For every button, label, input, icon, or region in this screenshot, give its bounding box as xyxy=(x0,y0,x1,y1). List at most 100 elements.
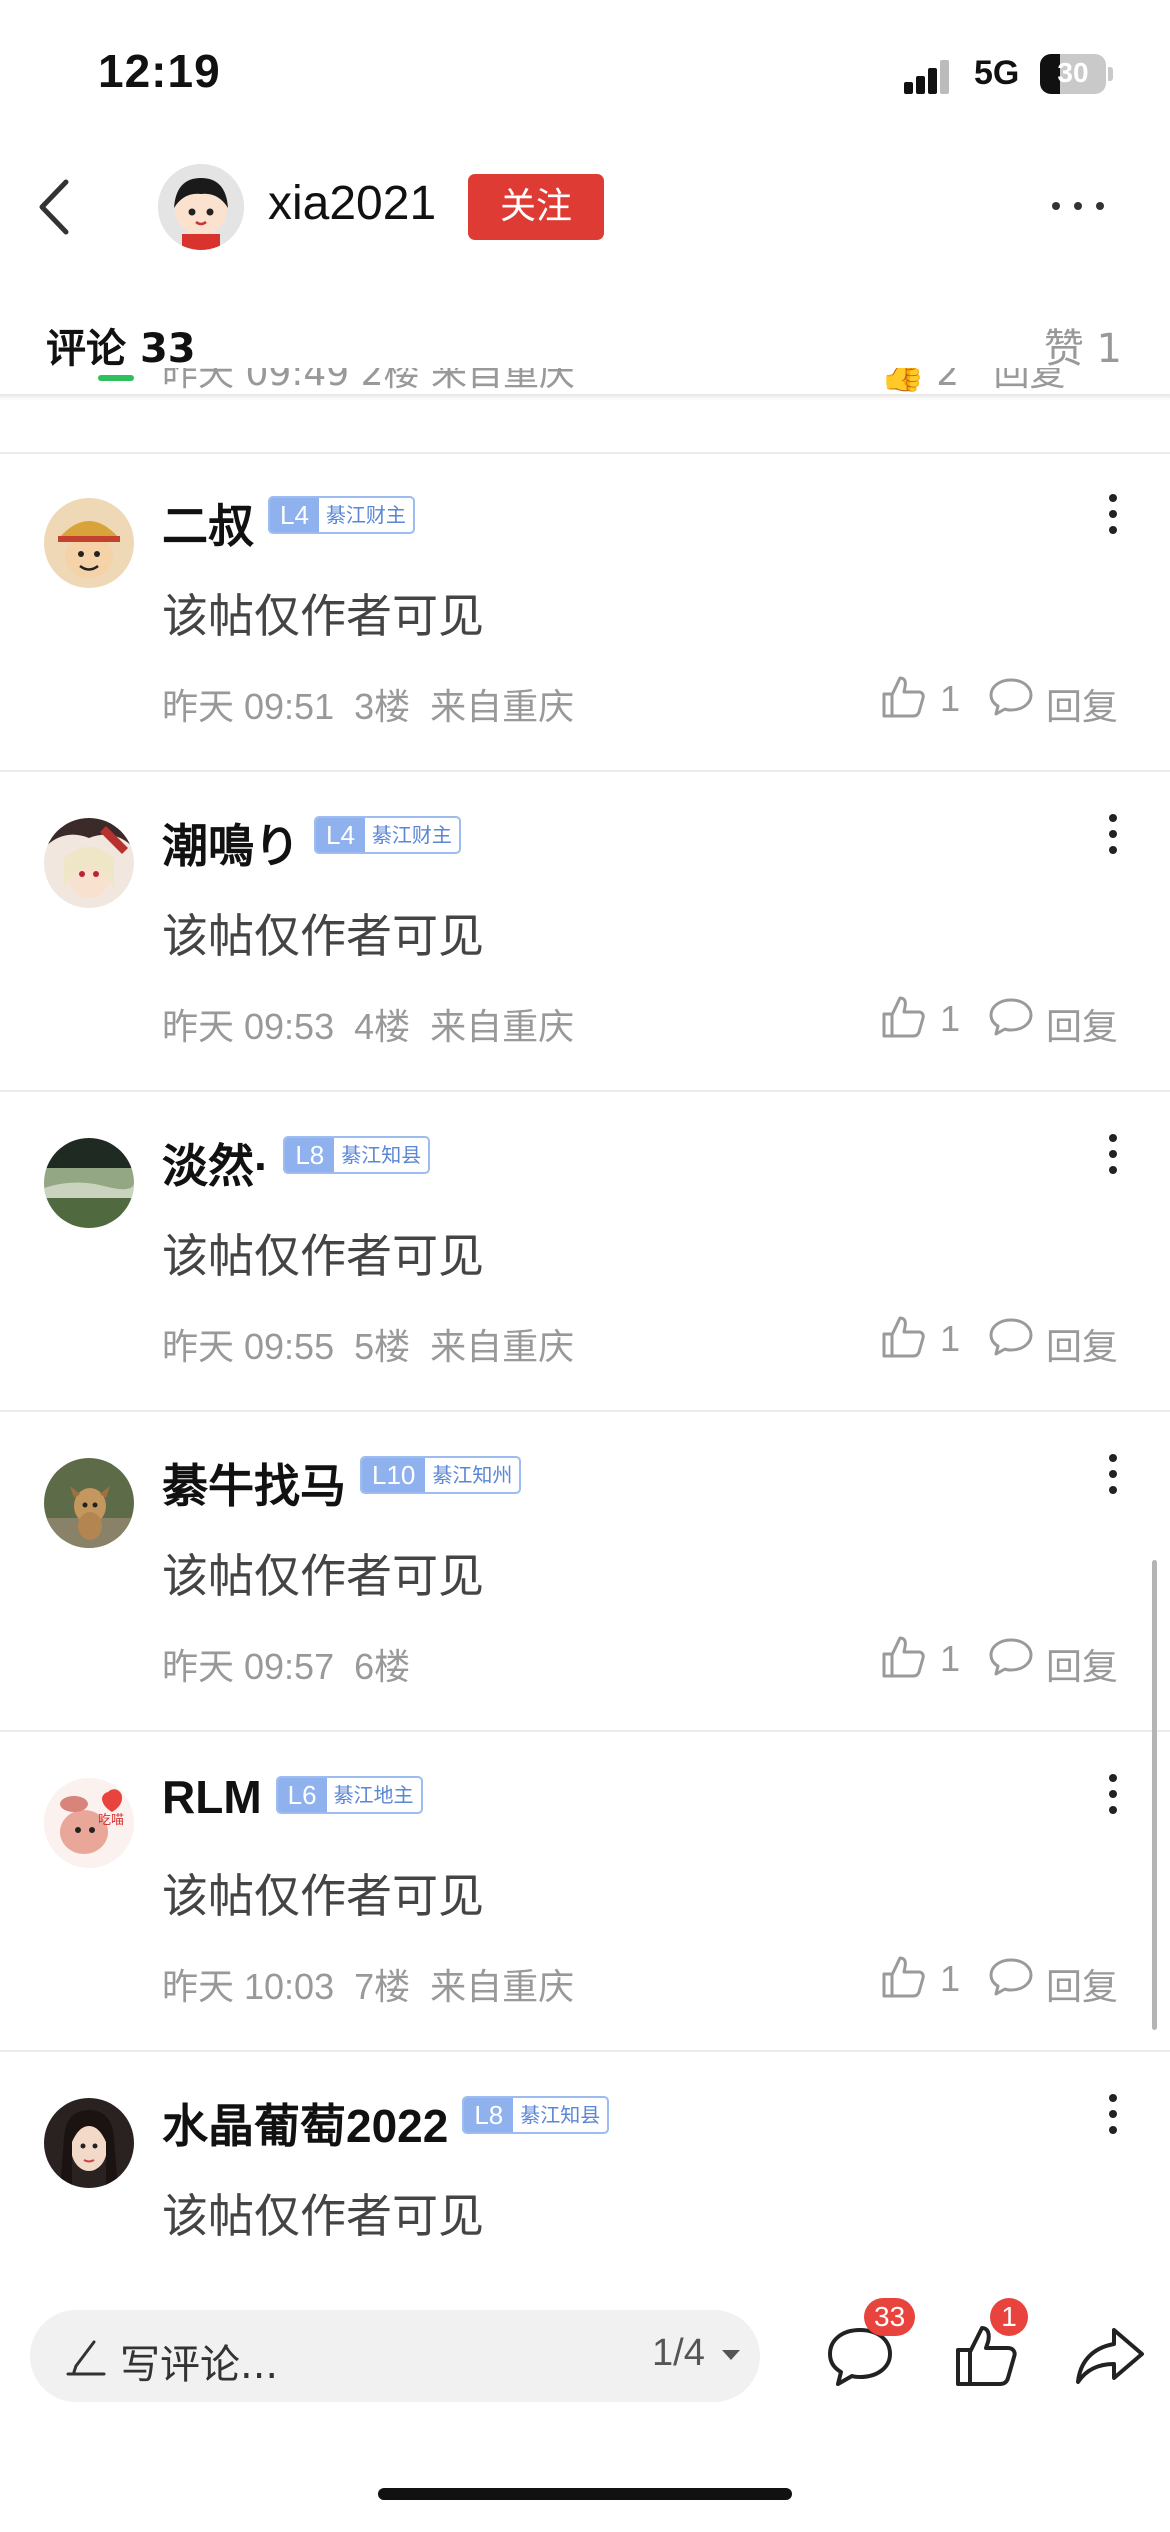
commenter-avatar[interactable] xyxy=(44,498,134,588)
reply-icon[interactable] xyxy=(988,1636,1034,1678)
reply-button[interactable]: 回复 xyxy=(1046,998,1118,1050)
svg-text:吃喵: 吃喵 xyxy=(98,1812,124,1828)
battery-level: 30 xyxy=(1057,57,1089,88)
tab-likes[interactable]: 赞 1 xyxy=(1044,316,1122,374)
reply-button[interactable]: 回复 xyxy=(1046,1318,1118,1370)
thumbs-up-icon[interactable] xyxy=(880,1632,928,1680)
level-badge: L4 綦江财主 xyxy=(268,496,415,534)
commenter-name[interactable]: 綦牛找马 xyxy=(162,1450,346,1516)
comment-meta: 昨天 09:55 5楼 来自重庆 xyxy=(162,1326,575,1367)
level-title: 綦江地主 xyxy=(333,1783,414,1807)
reply-icon[interactable] xyxy=(988,996,1034,1038)
comment-meta: 昨天 09:53 4楼 来自重庆 xyxy=(162,1006,575,1047)
author-avatar[interactable] xyxy=(158,164,244,250)
level-label: L4 xyxy=(316,818,365,852)
commenter-avatar[interactable]: 吃喵 xyxy=(44,1778,134,1868)
comment-menu-icon[interactable] xyxy=(1106,492,1120,536)
comment-text: 该帖仅作者可见 xyxy=(162,2189,484,2243)
tab-comments[interactable]: 评论 33 xyxy=(46,316,196,374)
home-indicator xyxy=(378,2488,792,2500)
network-label: 5G xyxy=(974,54,1020,92)
like-count: 1 xyxy=(940,1958,961,1999)
comment-menu-icon[interactable] xyxy=(1106,2092,1120,2136)
comment-text: 该帖仅作者可见 xyxy=(162,1229,484,1283)
tab-comments-count: 33 xyxy=(139,326,196,372)
level-title: 綦江知县 xyxy=(520,2103,601,2127)
reply-icon[interactable] xyxy=(988,1956,1034,1998)
level-badge: L8 綦江知县 xyxy=(283,1136,431,1174)
comment-divider xyxy=(0,2050,1170,2052)
commenter-avatar[interactable] xyxy=(44,1138,134,1228)
comment-menu-icon[interactable] xyxy=(1106,1772,1120,1816)
level-badge: L4 綦江财主 xyxy=(314,816,461,854)
commenter-name[interactable]: 二叔 xyxy=(162,490,254,556)
thumbs-up-icon[interactable] xyxy=(880,1952,928,2000)
reply-button[interactable]: 回复 xyxy=(1046,1958,1118,2010)
level-title: 綦江知县 xyxy=(341,1143,422,1167)
level-title: 綦江知州 xyxy=(432,1463,513,1487)
level-badge: L10 綦江知州 xyxy=(360,1456,522,1494)
level-label: L10 xyxy=(362,1458,426,1492)
more-icon[interactable] xyxy=(1050,196,1106,216)
comment-meta: 昨天 09:57 6楼 xyxy=(162,1646,411,1687)
tab-comments-label: 评论 xyxy=(46,326,126,372)
scrollbar[interactable] xyxy=(1152,1560,1157,2030)
back-icon[interactable] xyxy=(30,172,80,242)
level-label: L8 xyxy=(285,1138,335,1172)
comment-count-badge: 33 xyxy=(864,2298,916,2336)
like-count: 1 xyxy=(940,998,961,1039)
level-title: 綦江财主 xyxy=(371,823,452,847)
comment-divider xyxy=(0,452,1170,454)
battery-tip xyxy=(1108,67,1113,81)
signal-icon xyxy=(904,58,954,94)
reply-icon[interactable] xyxy=(988,676,1034,718)
commenter-name[interactable]: 水晶葡萄2022 xyxy=(162,2090,448,2156)
comment-divider xyxy=(0,1410,1170,1412)
share-icon[interactable] xyxy=(1074,2320,1146,2392)
reply-button[interactable]: 回复 xyxy=(1046,678,1118,730)
comment-meta: 昨天 10:03 7楼 来自重庆 xyxy=(162,1966,575,2007)
comment-text: 该帖仅作者可见 xyxy=(162,909,484,963)
comment-text: 该帖仅作者可见 xyxy=(162,1549,484,1603)
commenter-name[interactable]: 潮鳴り xyxy=(162,810,300,876)
header-divider xyxy=(0,394,1170,400)
partial-comment-meta: 昨天 09:49 2楼 来自重庆 xyxy=(162,368,575,394)
tab-likes-label: 赞 xyxy=(1043,326,1084,372)
battery-icon: 30 xyxy=(1040,54,1106,94)
thumbs-up-icon: 👍 xyxy=(880,368,925,394)
commenter-avatar[interactable] xyxy=(44,1458,134,1548)
comment-divider xyxy=(0,1090,1170,1092)
level-badge: L8 綦江知县 xyxy=(462,2096,610,2134)
level-label: L8 xyxy=(464,2098,514,2132)
thumbs-up-icon[interactable] xyxy=(880,992,928,1040)
comment-menu-icon[interactable] xyxy=(1106,812,1120,856)
page-selector[interactable]: 1/4 xyxy=(652,2332,705,2375)
partial-like-count: 2 xyxy=(936,368,960,394)
comment-meta: 昨天 09:51 3楼 来自重庆 xyxy=(162,686,575,727)
tab-indicator xyxy=(98,375,134,381)
caret-down-icon[interactable] xyxy=(722,2350,740,2360)
comment-divider xyxy=(0,770,1170,772)
reply-icon[interactable] xyxy=(988,1316,1034,1358)
thumbs-up-icon[interactable] xyxy=(880,672,928,720)
comment-text: 该帖仅作者可见 xyxy=(162,1869,484,1923)
follow-button[interactable]: 关注 xyxy=(468,174,604,240)
partial-reply-label: 回复 xyxy=(993,368,1066,394)
commenter-name[interactable]: 淡然· xyxy=(162,1130,269,1196)
level-label: L6 xyxy=(277,1778,327,1812)
commenter-avatar[interactable] xyxy=(44,818,134,908)
like-count: 1 xyxy=(940,1638,961,1679)
partial-comment-actions: 👍 2 回复 xyxy=(880,368,1066,410)
reply-button[interactable]: 回复 xyxy=(1046,1638,1118,1690)
status-time: 12:19 xyxy=(98,45,221,97)
commenter-avatar[interactable] xyxy=(44,2098,134,2188)
comment-menu-icon[interactable] xyxy=(1106,1452,1120,1496)
author-name[interactable]: xia2021 xyxy=(268,176,436,231)
pen-icon xyxy=(66,2336,106,2378)
comment-menu-icon[interactable] xyxy=(1106,1132,1120,1176)
level-title: 綦江财主 xyxy=(325,503,406,527)
level-label: L4 xyxy=(270,498,319,532)
thumbs-up-icon[interactable] xyxy=(880,1312,928,1360)
commenter-name[interactable]: RLM xyxy=(162,1770,262,1824)
comment-input-placeholder[interactable]: 写评论... xyxy=(120,2332,278,2390)
